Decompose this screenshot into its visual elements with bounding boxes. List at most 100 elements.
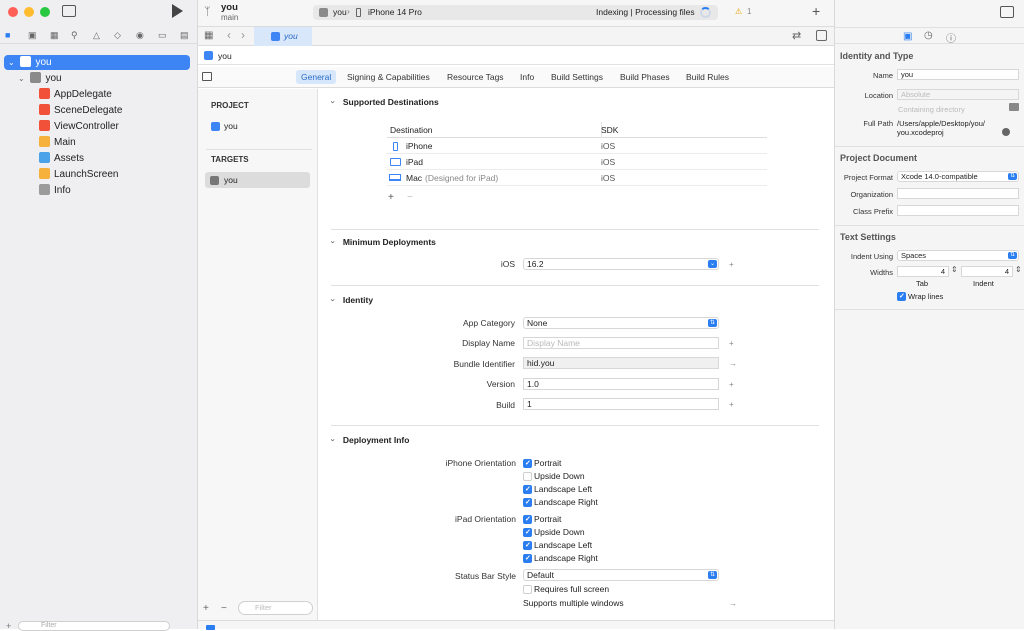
version-field[interactable]: 1.0	[523, 378, 719, 390]
display-name-field[interactable]: Display Name	[523, 337, 719, 349]
wrap-lines-checkbox[interactable]	[897, 292, 906, 301]
ios-version-select[interactable]: 16.2 ⌄	[523, 258, 719, 270]
indent-width-stepper[interactable]: ⇕	[1015, 265, 1022, 274]
tree-item-file[interactable]: Main	[39, 135, 76, 150]
tree-item-group[interactable]: ⌄ you	[18, 71, 62, 86]
tree-item-file[interactable]: SceneDelegate	[39, 103, 122, 118]
sidebar-toggle-icon[interactable]	[202, 72, 212, 81]
name-field[interactable]: you	[897, 69, 1019, 80]
tree-item-file[interactable]: ViewController	[39, 119, 119, 134]
warning-count[interactable]: 1	[747, 7, 751, 16]
build-field[interactable]: 1	[523, 398, 719, 410]
forward-arrow-icon[interactable]: ›	[241, 28, 245, 42]
debug-icon[interactable]: ◉	[136, 30, 144, 41]
debug-area-toggle-icon[interactable]	[206, 625, 215, 630]
add-button[interactable]: +	[729, 380, 734, 389]
tab-resource-tags[interactable]: Resource Tags	[442, 70, 509, 84]
tree-item-file[interactable]: AppDelegate	[39, 87, 112, 102]
add-button[interactable]: +	[812, 3, 820, 19]
tab-build-rules[interactable]: Build Rules	[681, 70, 734, 84]
project-item[interactable]: you	[224, 121, 238, 131]
tree-item-project[interactable]: ⌄ you	[8, 55, 52, 70]
grid-icon[interactable]: ▦	[204, 30, 213, 41]
section-minimum-deployments[interactable]: Minimum Deployments	[332, 237, 436, 247]
section-identity[interactable]: Identity	[332, 295, 373, 305]
class-prefix-field[interactable]	[897, 205, 1019, 216]
tree-item-file[interactable]: LaunchScreen	[39, 167, 119, 182]
section-deployment-info[interactable]: Deployment Info	[332, 435, 410, 445]
tab-build-phases[interactable]: Build Phases	[615, 70, 675, 84]
folder-icon[interactable]	[1009, 103, 1019, 111]
add-button[interactable]: +	[729, 400, 734, 409]
target-item-selected[interactable]	[205, 172, 310, 188]
warning-icon[interactable]: ⚠	[735, 7, 742, 16]
device-selector[interactable]: iPhone 14 Pro	[368, 7, 422, 17]
iphone-landscape-right-checkbox[interactable]	[523, 498, 532, 507]
tab-build-settings[interactable]: Build Settings	[546, 70, 608, 84]
tree-item-file[interactable]: Assets	[39, 151, 84, 166]
test-icon[interactable]: ◇	[114, 30, 121, 41]
ipad-landscape-right-checkbox[interactable]	[523, 554, 532, 563]
indent-width-field[interactable]: 4	[961, 266, 1013, 277]
tab-info[interactable]: Info	[515, 70, 539, 84]
iphone-portrait-checkbox[interactable]	[523, 459, 532, 468]
zoom-window-button[interactable]	[40, 7, 50, 17]
project-format-select[interactable]: Xcode 14.0-compatible ⇅	[897, 171, 1019, 182]
remove-destination-button[interactable]: −	[407, 192, 413, 203]
requires-full-screen-checkbox[interactable]	[523, 585, 532, 594]
issue-icon[interactable]: △	[93, 30, 100, 41]
table-row[interactable]: iPad iOS	[387, 154, 767, 170]
symbol-icon[interactable]: ▦	[50, 30, 59, 41]
indent-using-select[interactable]: Spaces ⇅	[897, 250, 1019, 261]
add-file-icon[interactable]: +	[6, 621, 11, 631]
close-window-button[interactable]	[8, 7, 18, 17]
app-category-select[interactable]: None ⇅	[523, 317, 719, 329]
search-icon[interactable]: ⚲	[71, 30, 78, 41]
minimize-window-button[interactable]	[24, 7, 34, 17]
back-arrow-icon[interactable]: ‹	[227, 28, 231, 42]
inspector-toggle-icon[interactable]	[1000, 6, 1014, 18]
table-row[interactable]: iPhone iOS	[387, 138, 767, 154]
split-editor-icon[interactable]	[816, 30, 827, 41]
section-supported-destinations[interactable]: Supported Destinations	[332, 97, 439, 107]
bundle-id-field[interactable]: hid.you	[523, 357, 719, 369]
organization-field[interactable]	[897, 188, 1019, 199]
history-icon[interactable]: ◷	[924, 30, 933, 41]
sidebar-toggle-icon[interactable]	[62, 5, 76, 17]
breakpoint-icon[interactable]: ▭	[158, 30, 167, 41]
arrow-icon[interactable]: →	[729, 359, 737, 368]
target-filter-input[interactable]: Filter	[238, 601, 313, 615]
ipad-portrait-checkbox[interactable]	[523, 515, 532, 524]
iphone-landscape-left-checkbox[interactable]	[523, 485, 532, 494]
editor-tab[interactable]: you	[254, 27, 312, 46]
add-button[interactable]: +	[729, 260, 734, 269]
add-button[interactable]: +	[729, 339, 734, 348]
branch-name[interactable]: main	[221, 13, 238, 22]
add-target-button[interactable]: +	[203, 603, 209, 614]
scheme-selector[interactable]: you	[333, 7, 347, 17]
add-destination-button[interactable]: +	[388, 192, 394, 203]
arrow-icon[interactable]: →	[729, 599, 737, 608]
target-item[interactable]: you	[224, 175, 238, 185]
folder-icon[interactable]: ■	[5, 30, 10, 40]
breadcrumb[interactable]: you	[218, 51, 232, 61]
tab-width-field[interactable]: 4	[897, 266, 949, 277]
tab-general[interactable]: General	[296, 70, 337, 84]
tab-width-stepper[interactable]: ⇕	[951, 265, 958, 274]
ipad-landscape-left-checkbox[interactable]	[523, 541, 532, 550]
tab-signing[interactable]: Signing & Capabilities	[342, 70, 435, 84]
remove-target-button[interactable]: −	[221, 603, 227, 614]
report-icon[interactable]: ▤	[180, 30, 189, 41]
ipad-upside-down-checkbox[interactable]	[523, 528, 532, 537]
navigator-filter-input[interactable]: Filter	[18, 621, 170, 631]
run-button[interactable]	[172, 4, 183, 18]
file-inspector-icon[interactable]: ▣	[903, 31, 912, 42]
status-bar-style-select[interactable]: Default ⇅	[523, 569, 719, 581]
table-row[interactable]: Mac (Designed for iPad) iOS	[387, 170, 767, 186]
reveal-in-finder-icon[interactable]	[1002, 128, 1010, 136]
swap-arrows-icon[interactable]: ⇄	[792, 29, 801, 42]
location-select[interactable]: Absolute	[897, 89, 1019, 100]
source-control-icon[interactable]: ▣	[28, 30, 37, 41]
iphone-upside-down-checkbox[interactable]	[523, 472, 532, 481]
tree-item-file[interactable]: Info	[39, 183, 71, 198]
